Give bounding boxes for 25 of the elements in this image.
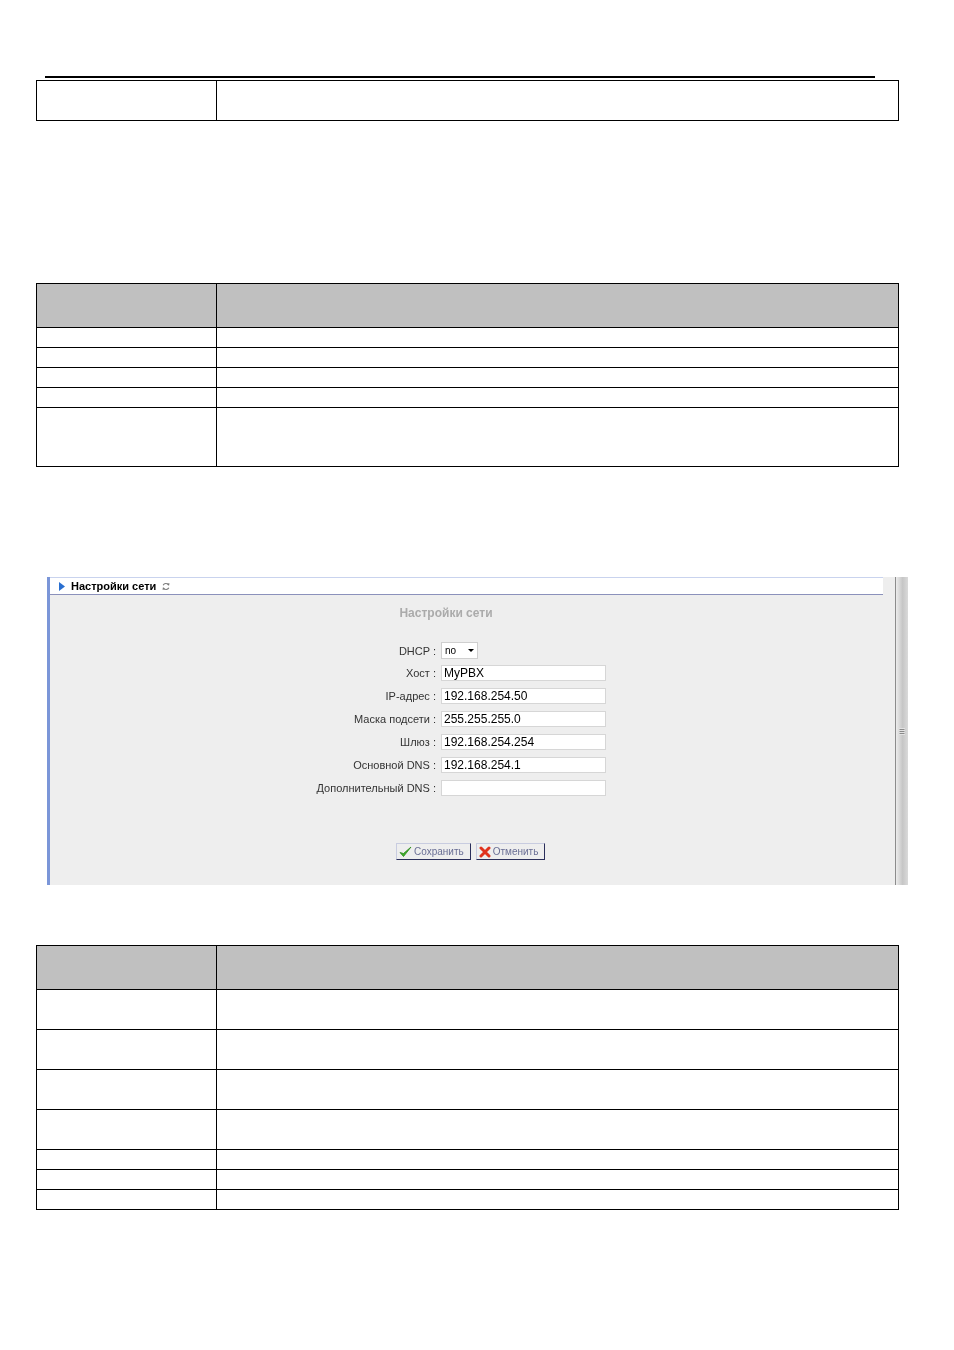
field-label: Основной DNS :	[353, 758, 436, 772]
input-field[interactable]: 255.255.255.0	[441, 711, 606, 727]
cross-icon	[478, 845, 491, 858]
field-label: DHCP :	[398, 643, 436, 658]
triangle-icon	[59, 581, 65, 591]
cancel-button[interactable]: Отменить	[475, 843, 546, 860]
refresh-icon[interactable]	[162, 581, 171, 591]
input-field[interactable]: 192.168.254.254	[441, 734, 606, 750]
input-field[interactable]	[441, 780, 606, 796]
save-button[interactable]: Сохранить	[396, 843, 471, 860]
caret-icon	[468, 649, 474, 652]
field-label: Шлюз :	[400, 735, 436, 749]
grip-icon[interactable]	[899, 727, 905, 735]
check-icon	[399, 845, 412, 858]
field-label: Хост :	[406, 666, 436, 680]
input-field[interactable]: MyPBX	[441, 665, 606, 681]
scrollbar[interactable]	[896, 577, 908, 885]
field-label: IP-адрес :	[385, 689, 436, 703]
dropdown-field[interactable]: no	[441, 642, 478, 659]
input-field[interactable]: 192.168.254.50	[441, 688, 606, 704]
input-field[interactable]: 192.168.254.1	[441, 757, 606, 773]
form-title: Настройки сети	[399, 606, 493, 620]
field-label: Маска подсети :	[354, 712, 436, 726]
field-label: Дополнительный DNS :	[316, 781, 436, 795]
panel-title: Настройки сети	[71, 580, 157, 592]
